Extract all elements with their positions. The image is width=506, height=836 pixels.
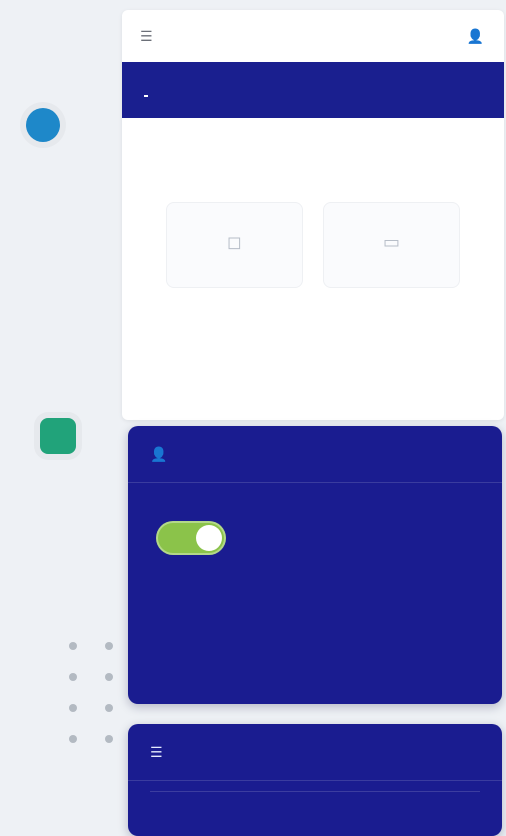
user-icon: 👤	[150, 445, 168, 462]
card-content-2	[128, 792, 502, 828]
profile-icon[interactable]: 👤	[467, 28, 484, 45]
top-bar: ☰ 👤	[122, 10, 504, 62]
toggle-knob	[196, 525, 222, 551]
second-card: ☰	[128, 724, 502, 836]
placeholder-icon: ◻	[227, 231, 242, 252]
stat-card-1[interactable]: ◻	[166, 202, 303, 288]
left-indicator-square	[40, 418, 76, 454]
card-header: 👤	[128, 426, 502, 483]
menu-icon[interactable]: ☰	[140, 28, 153, 45]
stat-card-2[interactable]: ▭	[323, 202, 460, 288]
drag-handle-dots[interactable]	[64, 642, 118, 752]
card-header-2: ☰	[128, 724, 502, 781]
stat-cards: ◻ ▭	[146, 202, 480, 288]
preview-panel: ☰ 👤 ◻ ▭	[122, 10, 504, 420]
tab-1[interactable]	[144, 83, 148, 97]
placeholder-icon: ▭	[382, 231, 400, 252]
toggle-row	[156, 521, 474, 555]
settings-card: 👤	[128, 426, 502, 704]
toggle-switch[interactable]	[156, 521, 226, 555]
card-content	[128, 483, 502, 573]
tab-2[interactable]	[174, 84, 178, 96]
left-indicator-dot	[26, 108, 60, 142]
panel-content: ◻ ▭	[122, 118, 504, 298]
tab-bar	[122, 62, 504, 118]
list-icon: ☰	[150, 743, 163, 760]
